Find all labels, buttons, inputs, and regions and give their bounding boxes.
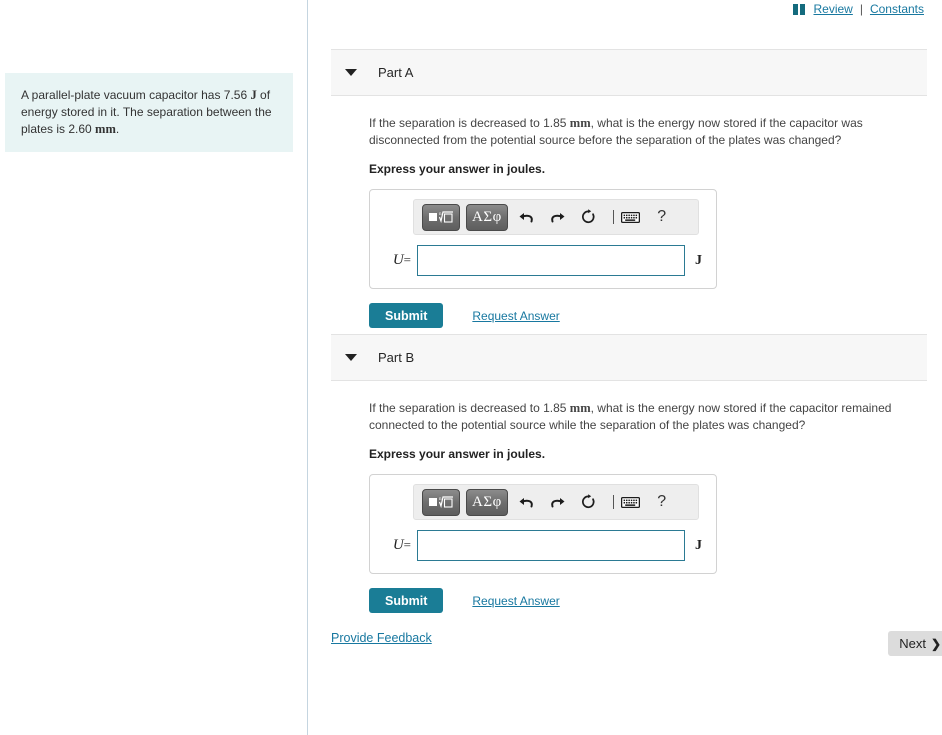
part-a-instruction: Express your answer in joules. <box>369 162 546 176</box>
part-b-header[interactable]: Part B <box>331 334 927 381</box>
part-b-collapse-chevron-down-icon[interactable] <box>345 354 357 361</box>
part-a-answer-input[interactable] <box>417 245 685 276</box>
part-b-math-template-button[interactable]: n <box>422 488 460 516</box>
problem-text-part1: A parallel-plate vacuum capacitor has 7.… <box>21 88 251 102</box>
part-b-submit-row: Submit Request Answer <box>369 588 927 613</box>
part-a-input-row: U= J <box>379 245 707 276</box>
part-a-unit-label: J <box>695 252 702 268</box>
part-a-keyboard-icon[interactable] <box>618 204 644 231</box>
part-a-variable-label: U= <box>392 252 411 268</box>
part-b-toolbar: n ΑΣφ ? <box>413 484 699 520</box>
part-b-submit-button[interactable]: Submit <box>369 588 444 613</box>
problem-unit-mm: mm <box>95 122 116 136</box>
problem-text-part3: . <box>115 122 120 136</box>
part-b-keyboard-icon[interactable] <box>618 489 644 516</box>
part-a-greek-symbols-button[interactable]: ΑΣφ <box>466 203 508 231</box>
chevron-right-icon: ❯ <box>930 636 941 651</box>
part-a-undo-icon[interactable] <box>514 204 540 231</box>
part-a-toolbar: n ΑΣφ ? <box>413 199 699 235</box>
part-b-answer-box: n ΑΣφ ? U= J <box>369 474 717 574</box>
review-link[interactable]: Review <box>813 2 852 16</box>
part-b-greek-symbols-button[interactable]: ΑΣφ <box>466 488 508 516</box>
part-a-redo-icon[interactable] <box>545 204 571 231</box>
footer-bar: Provide Feedback Next ❯ <box>331 628 942 658</box>
part-b-title: Part B <box>378 350 415 365</box>
part-b-instruction: Express your answer in joules. <box>369 447 546 461</box>
part-b-reset-icon[interactable] <box>576 489 602 516</box>
part-a-header[interactable]: Part A <box>331 49 927 96</box>
top-links-bar: Review | Constants <box>793 2 924 16</box>
part-a-title: Part A <box>378 65 414 80</box>
part-a-math-template-button[interactable]: n <box>422 203 460 231</box>
part-b-body: If the separation is decreased to 1.85 m… <box>331 381 927 613</box>
problem-statement-text: A parallel-plate vacuum capacitor has 7.… <box>21 87 279 138</box>
left-pane: A parallel-plate vacuum capacitor has 7.… <box>0 0 307 735</box>
part-b-block: Part B If the separation is decreased to… <box>331 334 927 613</box>
problem-statement-box: A parallel-plate vacuum capacitor has 7.… <box>5 73 293 152</box>
part-b-unit-label: J <box>695 537 702 553</box>
part-b-toolbar-divider <box>612 495 614 509</box>
part-b-question-text: If the separation is decreased to 1.85 m… <box>369 400 927 434</box>
part-a-submit-row: Submit Request Answer <box>369 303 927 328</box>
part-b-request-answer-link[interactable]: Request Answer <box>472 594 559 608</box>
part-b-question-lead: If the separation is decreased to 1.85 <box>369 401 570 415</box>
right-pane: Review | Constants Part A If the separat… <box>308 0 942 735</box>
part-a-answer-box: n ΑΣφ ? U= J <box>369 189 717 289</box>
part-a-question-unit: mm <box>569 116 591 130</box>
part-a-reset-icon[interactable] <box>576 204 602 231</box>
part-a-submit-button[interactable]: Submit <box>369 303 444 328</box>
link-separator: | <box>859 2 863 16</box>
part-b-redo-icon[interactable] <box>545 489 571 516</box>
part-b-answer-input[interactable] <box>417 530 685 561</box>
book-icon <box>793 3 806 15</box>
constants-link[interactable]: Constants <box>870 2 924 16</box>
part-a-body: If the separation is decreased to 1.85 m… <box>331 96 927 328</box>
part-a-block: Part A If the separation is decreased to… <box>331 49 927 328</box>
part-b-question-unit: mm <box>569 401 591 415</box>
provide-feedback-link[interactable]: Provide Feedback <box>331 631 432 645</box>
part-a-collapse-chevron-down-icon[interactable] <box>345 69 357 76</box>
part-b-input-row: U= J <box>379 530 707 561</box>
part-a-question-text: If the separation is decreased to 1.85 m… <box>369 115 927 149</box>
part-a-help-button[interactable]: ? <box>649 204 675 231</box>
part-b-help-button[interactable]: ? <box>649 489 675 516</box>
part-b-variable-label: U= <box>392 537 411 553</box>
part-b-undo-icon[interactable] <box>514 489 540 516</box>
part-a-toolbar-divider <box>612 210 614 224</box>
next-button-label: Next <box>899 636 926 651</box>
next-button[interactable]: Next ❯ <box>888 631 942 656</box>
part-a-question-lead: If the separation is decreased to 1.85 <box>369 116 570 130</box>
part-a-request-answer-link[interactable]: Request Answer <box>472 309 559 323</box>
